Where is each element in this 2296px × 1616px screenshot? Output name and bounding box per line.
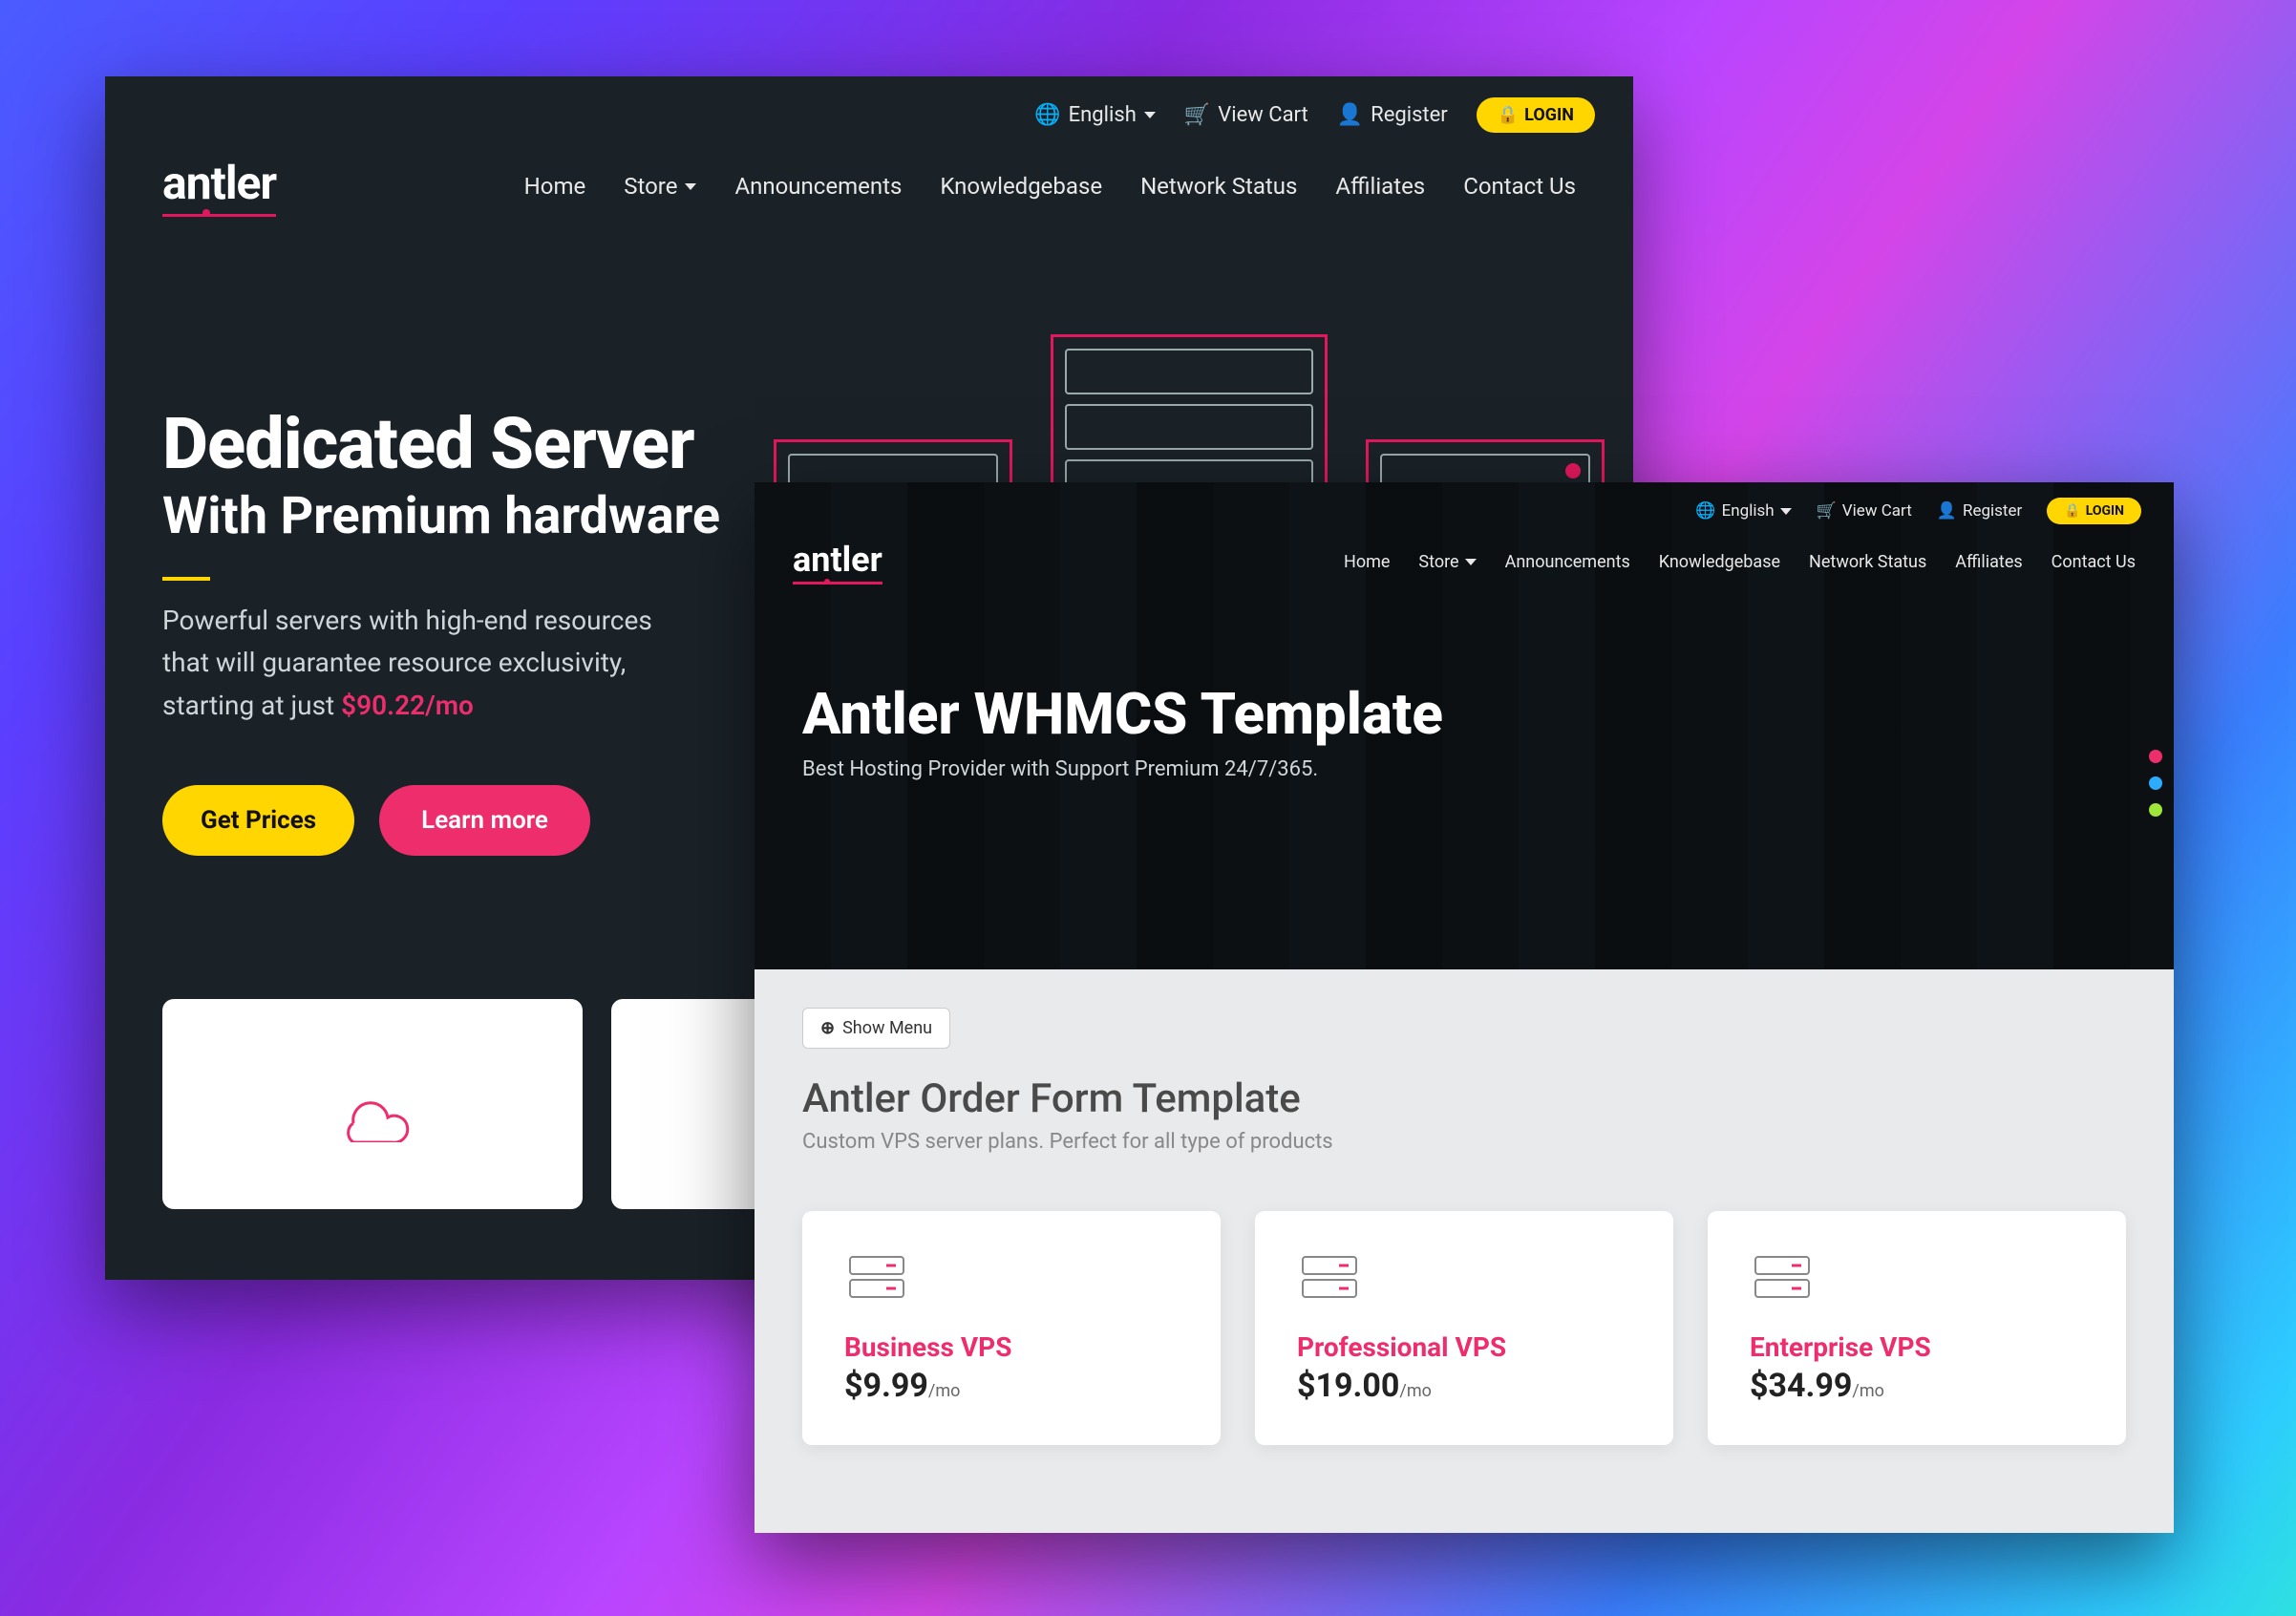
- lock-icon: 🔒: [2064, 503, 2080, 519]
- server-icon: [844, 1251, 911, 1305]
- plan-name: Professional VPS: [1297, 1331, 1631, 1363]
- divider: [162, 577, 210, 581]
- plan-price: $19.00/mo: [1297, 1367, 1631, 1405]
- section-heading: Antler Order Form Template: [802, 1075, 2126, 1122]
- nav-menu: Home Store Announcements Knowledgebase N…: [524, 173, 1576, 200]
- view-cart-link[interactable]: 🛒View Cart: [1817, 501, 1912, 521]
- get-prices-button[interactable]: Get Prices: [162, 785, 354, 856]
- plan-price: $9.99/mo: [844, 1367, 1179, 1405]
- nav-knowledgebase[interactable]: Knowledgebase: [940, 173, 1102, 200]
- cart-icon: 🛒: [1184, 103, 1210, 127]
- server-icon: [1297, 1251, 1364, 1305]
- main-nav: antler Home Store Announcements Knowledg…: [755, 524, 2174, 585]
- plus-circle-icon: ⊕: [820, 1018, 835, 1038]
- indicator-dot[interactable]: [2149, 750, 2162, 763]
- plan-name: Business VPS: [844, 1331, 1179, 1363]
- nav-announcements[interactable]: Announcements: [1505, 552, 1630, 572]
- plan-price: $34.99/mo: [1750, 1367, 2084, 1405]
- plans-grid: Business VPS $9.99/mo Professional VPS $…: [802, 1211, 2126, 1445]
- register-link[interactable]: 👤 Register: [1337, 103, 1448, 127]
- nav-contact[interactable]: Contact Us: [2052, 552, 2136, 572]
- hero-price: $90.22/mo: [341, 690, 474, 721]
- nav-announcements[interactable]: Announcements: [734, 173, 902, 200]
- logo[interactable]: antler: [793, 540, 882, 585]
- lock-icon: 🔒: [1498, 105, 1519, 125]
- nav-store[interactable]: Store: [1418, 552, 1476, 572]
- language-switcher[interactable]: 🌐 English: [1034, 103, 1156, 127]
- nav-affiliates[interactable]: Affiliates: [1955, 552, 2022, 572]
- chevron-down-icon: [685, 183, 696, 190]
- front-hero: 🌐English 🛒View Cart 👤Register 🔒LOGIN ant…: [755, 482, 2174, 969]
- nav-contact[interactable]: Contact Us: [1463, 173, 1576, 200]
- page-subtitle: Best Hosting Provider with Support Premi…: [802, 757, 2126, 781]
- nav-home[interactable]: Home: [524, 173, 586, 200]
- main-nav: antler Home Store Announcements Knowledg…: [105, 133, 1633, 217]
- page-title: Antler WHMCS Template: [802, 680, 2126, 748]
- nav-home[interactable]: Home: [1344, 552, 1390, 572]
- feature-card[interactable]: [162, 999, 583, 1209]
- show-menu-button[interactable]: ⊕ Show Menu: [802, 1008, 950, 1049]
- user-plus-icon: 👤: [1337, 103, 1363, 127]
- plan-card-professional[interactable]: Professional VPS $19.00/mo: [1255, 1211, 1673, 1445]
- plan-card-enterprise[interactable]: Enterprise VPS $34.99/mo: [1708, 1211, 2126, 1445]
- page-indicator[interactable]: [2149, 750, 2162, 817]
- server-icon: [1750, 1251, 1817, 1305]
- top-utility-bar: 🌐 English 🛒 View Cart 👤 Register 🔒 LOGIN: [105, 76, 1633, 133]
- nav-knowledgebase[interactable]: Knowledgebase: [1659, 552, 1780, 572]
- nav-network-status[interactable]: Network Status: [1140, 173, 1297, 200]
- indicator-dot[interactable]: [2149, 776, 2162, 790]
- nav-store[interactable]: Store: [624, 173, 696, 200]
- top-utility-bar: 🌐English 🛒View Cart 👤Register 🔒LOGIN: [755, 482, 2174, 524]
- section-sub: Custom VPS server plans. Perfect for all…: [802, 1130, 2126, 1154]
- nav-network-status[interactable]: Network Status: [1809, 552, 1926, 572]
- globe-icon: 🌐: [1695, 501, 1715, 521]
- chevron-down-icon: [1465, 559, 1477, 565]
- globe-icon: 🌐: [1034, 103, 1060, 127]
- cart-icon: 🛒: [1817, 501, 1837, 521]
- nav-affiliates[interactable]: Affiliates: [1335, 173, 1425, 200]
- chevron-down-icon: [1144, 112, 1156, 118]
- logo[interactable]: antler: [162, 156, 276, 217]
- login-button[interactable]: 🔒 LOGIN: [1477, 97, 1595, 133]
- register-link[interactable]: 👤Register: [1937, 501, 2022, 521]
- user-plus-icon: 👤: [1937, 501, 1957, 521]
- nav-menu: Home Store Announcements Knowledgebase N…: [1344, 552, 2136, 572]
- hero-description: Powerful servers with high-end resources…: [162, 600, 697, 728]
- indicator-dot[interactable]: [2149, 803, 2162, 817]
- order-form-section: ⊕ Show Menu Antler Order Form Template C…: [755, 969, 2174, 1483]
- window-whmcs-template: 🌐English 🛒View Cart 👤Register 🔒LOGIN ant…: [755, 482, 2174, 1533]
- chevron-down-icon: [1780, 508, 1792, 515]
- login-button[interactable]: 🔒LOGIN: [2047, 498, 2141, 524]
- cloud-icon: [325, 1066, 420, 1142]
- learn-more-button[interactable]: Learn more: [379, 785, 590, 856]
- view-cart-link[interactable]: 🛒 View Cart: [1184, 103, 1308, 127]
- plan-card-business[interactable]: Business VPS $9.99/mo: [802, 1211, 1221, 1445]
- language-switcher[interactable]: 🌐English: [1695, 501, 1791, 521]
- plan-name: Enterprise VPS: [1750, 1331, 2084, 1363]
